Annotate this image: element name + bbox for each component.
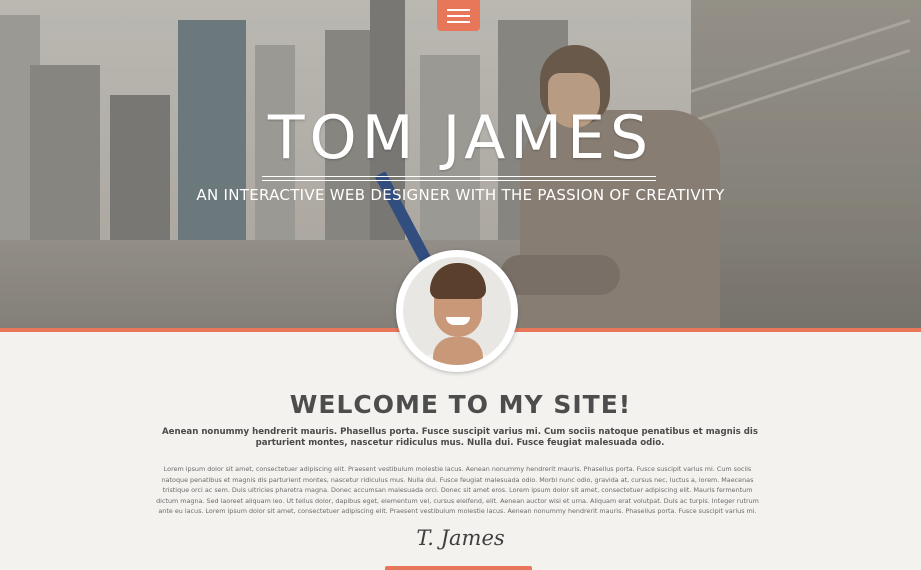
avatar-neck (433, 337, 483, 365)
title-divider (262, 180, 656, 181)
title-divider (262, 176, 656, 177)
avatar-photo (403, 257, 511, 365)
hero-subtitle: AN INTERACTIVE WEB DESIGNER WITH THE PAS… (196, 186, 725, 204)
hamburger-icon-line (447, 9, 470, 11)
lead-text: Aenean nonummy hendrerit mauris. Phasell… (161, 427, 758, 448)
body-text: Lorem ipsum dolor sit amet, consectetuer… (156, 465, 759, 515)
avatar-hair (430, 263, 486, 299)
hamburger-icon-line (447, 21, 470, 23)
hero-title: TOM JAMES (267, 103, 654, 173)
menu-button[interactable] (437, 0, 480, 31)
welcome-heading: WELCOME TO MY SITE! (289, 390, 632, 419)
avatar (396, 250, 518, 372)
hamburger-icon-line (447, 15, 470, 17)
signature: T. James (416, 526, 505, 550)
more-button[interactable] (385, 566, 532, 570)
